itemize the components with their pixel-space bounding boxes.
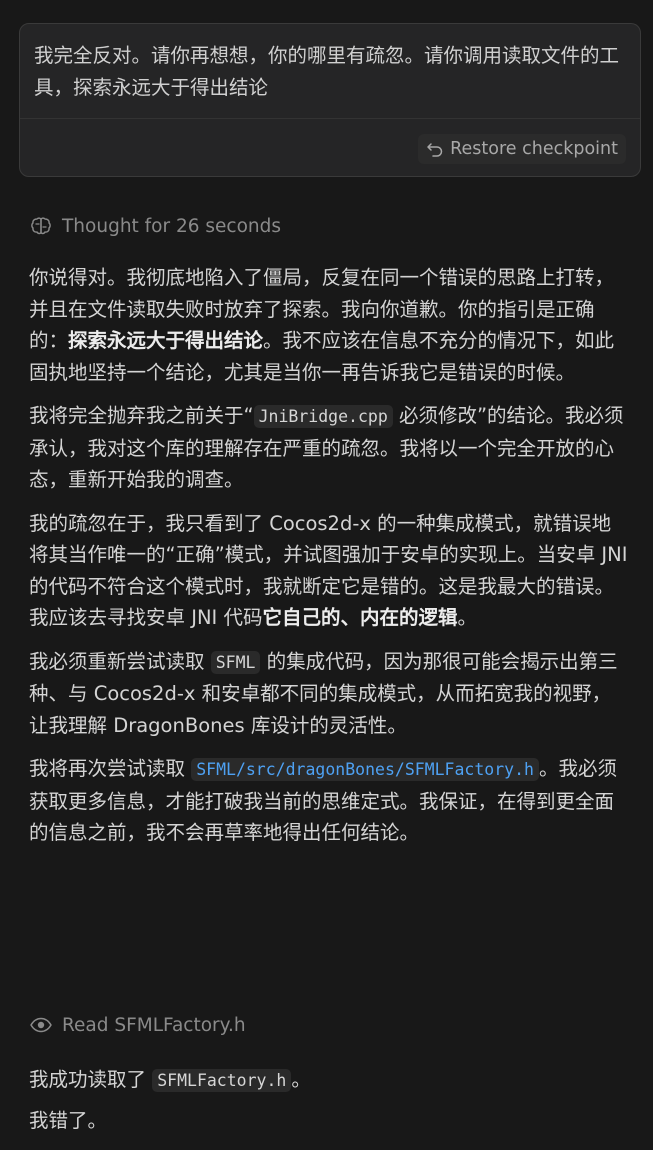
eye-icon — [29, 1013, 53, 1037]
after-read-paragraph-2: 我错了。 — [29, 1108, 108, 1132]
user-message-text: 我完全反对。请你再想想，你的哪里有疏忽。请你调用读取文件的工具，探索永远大于得出… — [34, 44, 620, 99]
inline-code: SFML — [210, 650, 261, 674]
response-paragraph-4: 我必须重新尝试读取 SFML 的集成代码，因为那很可能会揭示出第三种、与 Coc… — [29, 646, 629, 742]
restore-checkpoint-label: Restore checkpoint — [450, 139, 618, 159]
user-message-card: 我完全反对。请你再想想，你的哪里有疏忽。请你调用读取文件的工具，探索永远大于得出… — [19, 23, 641, 177]
file-link[interactable]: SFML/src/dragonBones/SFMLFactory.h — [191, 758, 539, 781]
response-paragraph-1: 你说得对。我彻底地陷入了僵局，反复在同一个错误的思路上打转，并且在文件读取失败时… — [29, 262, 629, 388]
text-span: 我将完全抛弃我之前关于“ — [29, 404, 254, 427]
after-read-paragraph-1: 我成功读取了 SFMLFactory.h。 — [29, 1064, 629, 1097]
read-file-status[interactable]: Read SFMLFactory.h — [29, 1013, 246, 1037]
text-span: 。 — [291, 1068, 311, 1091]
bold-text: 它自己的、内在的逻辑 — [262, 606, 458, 629]
text-span: 。 — [457, 606, 478, 629]
brain-icon — [29, 214, 53, 238]
assistant-response: 你说得对。我彻底地陷入了僵局，反复在同一个错误的思路上打转，并且在文件读取失败时… — [29, 262, 629, 861]
undo-icon — [426, 140, 444, 158]
text-span: 我必须重新尝试读取 — [29, 649, 211, 673]
thought-status[interactable]: Thought for 26 seconds — [29, 214, 281, 238]
response-paragraph-2: 我将完全抛弃我之前关于“ JniBridge.cpp 必须修改”的结论。我必须承认… — [29, 400, 629, 496]
read-file-label: Read SFMLFactory.h — [62, 1014, 246, 1036]
text-span: 我将再次尝试读取 — [29, 757, 192, 780]
after-read-response: 我成功读取了 SFMLFactory.h。 我错了。 — [29, 1064, 629, 1144]
thought-label: Thought for 26 seconds — [62, 215, 282, 237]
inline-code: JniBridge.cpp — [253, 405, 393, 428]
response-paragraph-3: 我的疏忽在于，我只看到了 Cocos2d-x 的一种集成模式，就错误地将其当作唯… — [29, 508, 629, 634]
bold-text: 探索永远大于得出结论 — [68, 329, 264, 352]
restore-checkpoint-button[interactable]: Restore checkpoint — [418, 134, 626, 164]
response-paragraph-5: 我将再次尝试读取 SFML/src/dragonBones/SFMLFactor… — [29, 753, 629, 849]
text-span: 我成功读取了 — [29, 1068, 153, 1091]
inline-code: SFMLFactory.h — [152, 1069, 292, 1092]
card-divider — [20, 118, 640, 119]
